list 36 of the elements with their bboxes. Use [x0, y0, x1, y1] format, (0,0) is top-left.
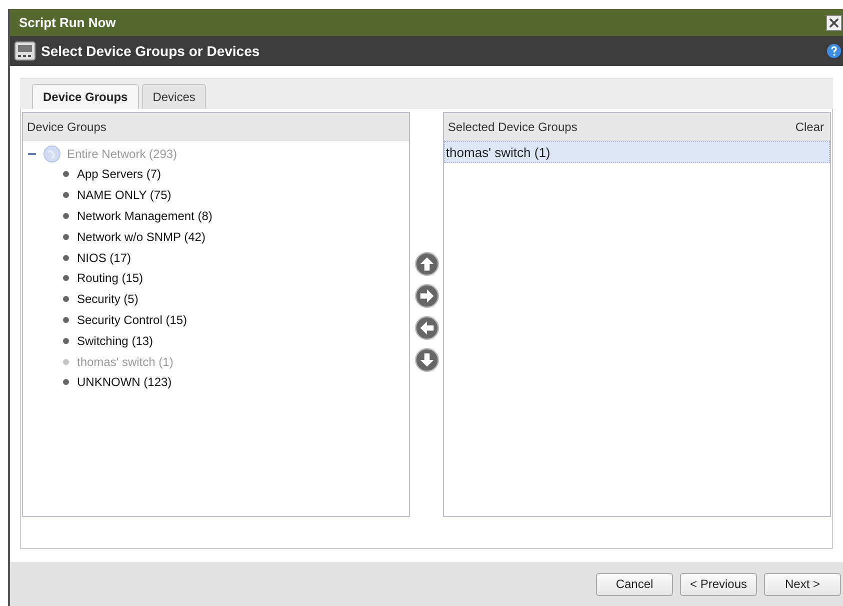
list-item[interactable]: thomas' switch (1) — [444, 141, 830, 163]
dialog-heading: Select Device Groups or Devices — [41, 43, 261, 59]
tab[interactable]: Device Groups — [32, 84, 139, 109]
bullet-icon — [63, 171, 69, 178]
arrow-down-button[interactable] — [414, 348, 438, 372]
help-button[interactable] — [827, 44, 841, 58]
bullet-icon — [63, 234, 69, 240]
window-title: Script Run Now — [19, 15, 116, 30]
bullet-icon — [63, 212, 69, 219]
clear-link[interactable]: Clear — [795, 120, 824, 134]
tab[interactable]: Devices — [142, 84, 206, 109]
bullet-icon — [63, 316, 69, 323]
bullet-icon — [63, 254, 69, 261]
close-icon — [828, 16, 840, 28]
panel-heading: Selected Device Groups — [448, 120, 578, 134]
arrow-up-icon — [414, 252, 438, 276]
bullet-icon — [63, 379, 69, 386]
arrow-up-button[interactable] — [414, 252, 438, 276]
footer-button[interactable]: Cancel — [596, 572, 673, 596]
arrow-down-icon — [414, 348, 438, 372]
bullet-icon — [63, 358, 69, 365]
arrow-right-button[interactable] — [414, 284, 438, 308]
arrow-left-icon — [414, 316, 438, 340]
footer-button[interactable]: Next > — [764, 572, 841, 596]
bullet-icon — [63, 192, 69, 198]
bullet-icon — [63, 275, 69, 282]
arrow-right-icon — [414, 284, 438, 308]
device-icon — [14, 41, 36, 61]
panel-heading: Device Groups — [27, 120, 106, 134]
arrow-left-button[interactable] — [414, 316, 438, 340]
close-button[interactable] — [826, 14, 842, 30]
footer-button[interactable]: < Previous — [680, 572, 757, 596]
help-icon — [827, 44, 841, 58]
globe-icon — [43, 144, 61, 162]
bullet-icon — [63, 338, 69, 344]
bullet-icon — [63, 296, 69, 302]
